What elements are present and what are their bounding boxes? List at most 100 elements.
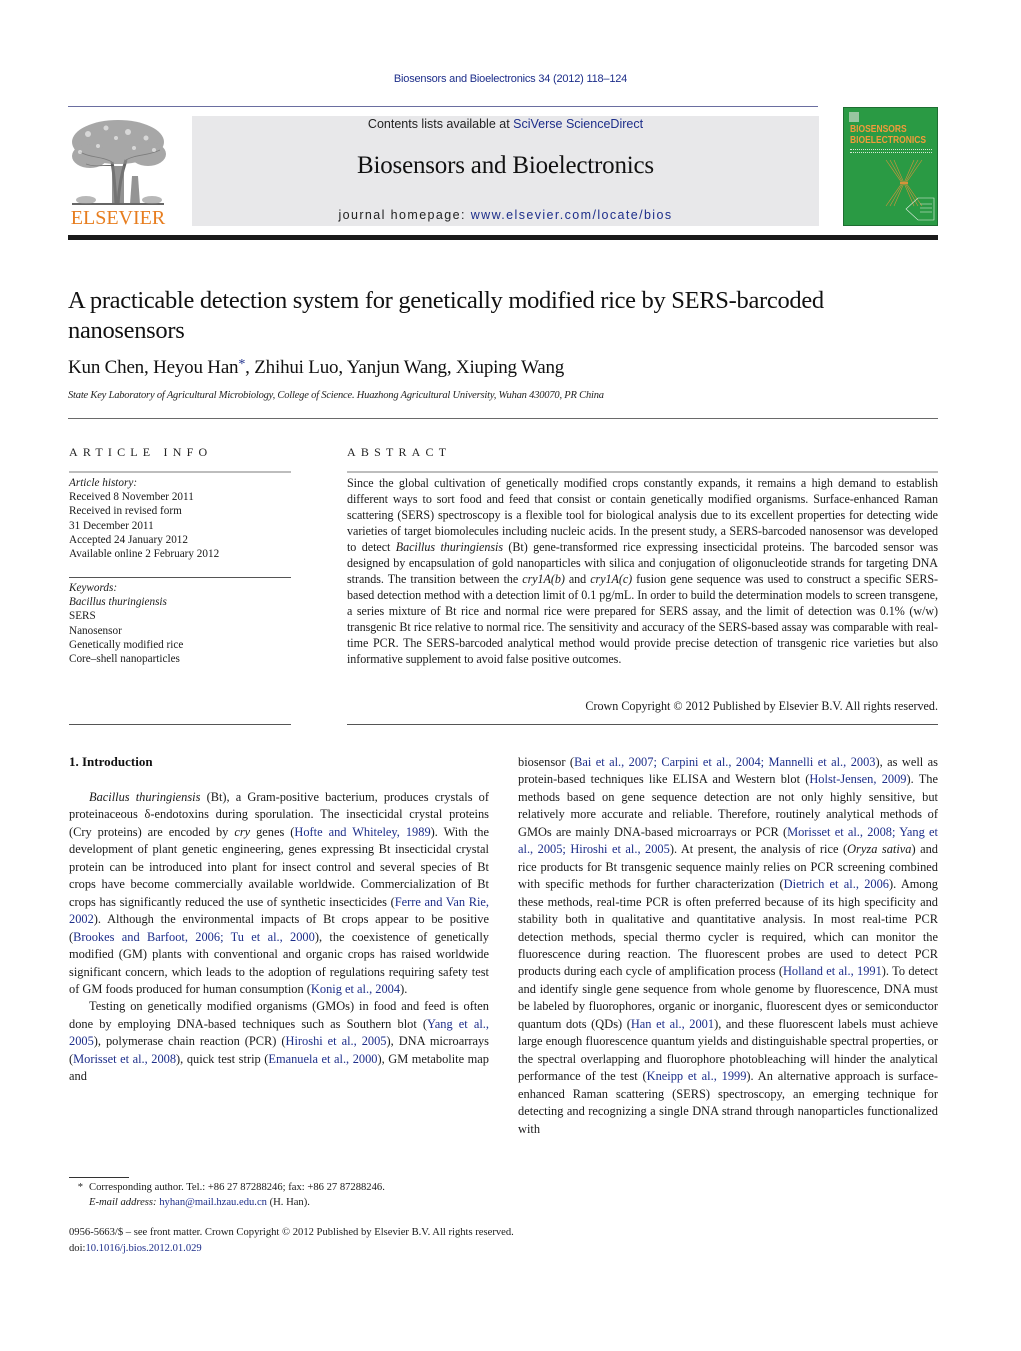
elsevier-wordmark: ELSEVIER xyxy=(70,207,166,229)
author-list: Kun Chen, Heyou Han*, Zhihui Luo, Yanjun… xyxy=(68,357,938,379)
front-matter: 0956-5663/$ – see front matter. Crown Co… xyxy=(69,1225,629,1256)
abstract-heading: ABSTRACT xyxy=(347,445,452,459)
footnote-line2: E-mail address: hyhan@mail.hzau.edu.cn (… xyxy=(69,1196,509,1211)
tree-icon xyxy=(72,120,166,205)
text-run: biosensor ( xyxy=(518,755,575,769)
italic-term: cry xyxy=(234,824,251,839)
citation-link[interactable]: Holst-Jensen, 2009 xyxy=(809,772,906,786)
journal-name: Biosensors and Bioelectronics xyxy=(357,152,654,179)
history-item: Accepted 24 January 2012 xyxy=(69,533,188,546)
cover-badge-icon xyxy=(905,197,935,221)
text-run: Testing on genetically modified organism… xyxy=(69,999,489,1031)
homepage-prefix: journal homepage: xyxy=(338,208,471,222)
author-separator: , xyxy=(143,357,154,378)
article-title: A practicable detection system for genet… xyxy=(68,287,824,344)
history-item: Available online 2 February 2012 xyxy=(69,548,220,561)
issn-line: 0956-5663/$ – see front matter. Crown Co… xyxy=(69,1227,514,1238)
footnote-line1: * Corresponding author. Tel.: +86 27 8728… xyxy=(69,1181,509,1196)
cover-title-line2: BIOELECTRONICS xyxy=(850,135,927,146)
doi-line: doi:10.1016/j.bios.2012.01.029 xyxy=(69,1241,629,1257)
article-info-rule xyxy=(69,471,291,473)
article-info-heading: ARTICLE INFO xyxy=(69,445,213,459)
history-item: Received in revised form xyxy=(69,505,182,518)
article-history-label: Article history: xyxy=(69,477,138,489)
citation-link[interactable]: Emanuela et al., 2000 xyxy=(268,1052,377,1066)
author-separator: , xyxy=(338,357,347,378)
italic-term: Oryza sativa xyxy=(847,842,912,857)
affiliation: State Key Laboratory of Agricultural Mic… xyxy=(68,390,604,401)
homepage-line: journal homepage: www.elsevier.com/locat… xyxy=(192,208,819,222)
history-item: 31 December 2011 xyxy=(69,519,154,532)
body-column-right: biosensor (Bai et al., 2007; Carpini et … xyxy=(518,754,938,1138)
citation-link[interactable]: Kneipp et al., 1999 xyxy=(647,1069,747,1083)
header-rule xyxy=(68,106,818,107)
cover-title-line1: BIOSENSORS xyxy=(850,124,907,135)
author-name: Xiuping Wang xyxy=(455,357,565,378)
cover-elsevier-icon xyxy=(849,112,859,122)
journal-citation-link[interactable]: Biosensors and Bioelectronics 34 (2012) … xyxy=(394,73,627,85)
keyword-item: Genetically modified rice xyxy=(69,638,184,651)
author-name: Zhihui Luo xyxy=(254,357,339,378)
text-run: ). At present, the analysis of rice ( xyxy=(669,842,848,857)
history-item: Received 8 November 2011 xyxy=(69,491,194,504)
author-name: Yanjun Wang xyxy=(346,357,447,378)
footnote: * Corresponding author. Tel.: +86 27 8728… xyxy=(69,1181,509,1210)
italic-term: cry1A(c) xyxy=(590,572,633,586)
title-rule xyxy=(68,418,938,419)
citation-link[interactable]: Morisset et al., 2008 xyxy=(73,1052,176,1066)
email-link[interactable]: hyhan@mail.hzau.edu.cn xyxy=(159,1197,267,1208)
keywords: Keywords: Bacillus thuringiensis SERS Nano… xyxy=(69,581,291,666)
citation-link[interactable]: Brookes and Barfoot, 2006; Tu et al., 20… xyxy=(73,930,315,944)
citation-link[interactable]: Dietrich et al., 2006 xyxy=(784,877,889,891)
keyword-item: Nanosensor xyxy=(69,624,122,637)
italic-term: cry1A(b) xyxy=(522,572,565,586)
author-separator: , xyxy=(245,357,255,378)
masthead-rule xyxy=(68,235,938,240)
citation-link[interactable]: Holland et al., 1991 xyxy=(783,964,882,978)
doi-link[interactable]: 10.1016/j.bios.2012.01.029 xyxy=(85,1243,201,1254)
running-head[interactable]: Biosensors and Bioelectronics 34 (2012) … xyxy=(0,73,1021,85)
text-run: fusion gene sequence was used to constru… xyxy=(347,572,938,666)
abstract-copyright: Crown Copyright © 2012 Published by Else… xyxy=(585,699,938,713)
email-suffix: (H. Han). xyxy=(266,1196,310,1208)
italic-term: Bacillus thuringiensis xyxy=(395,540,503,554)
text-run: ). xyxy=(400,981,408,996)
keyword-list: Bacillus thuringiensis SERS Nanosensor Gene… xyxy=(69,595,291,666)
author-name: Heyou Han xyxy=(153,357,239,378)
footnote-contact: Corresponding author. Tel.: +86 27 87288… xyxy=(89,1182,385,1193)
keywords-label: Keywords: xyxy=(69,582,118,594)
article-history: Article history: Received 8 November 201… xyxy=(69,476,291,561)
keyword-item: SERS xyxy=(69,610,96,623)
author-name: Kun Chen xyxy=(68,357,144,378)
section-heading-introduction: 1. Introduction xyxy=(69,754,153,769)
sciencedirect-link[interactable]: SciVerse ScienceDirect xyxy=(513,117,643,131)
abstract-rule xyxy=(347,471,938,473)
body-column-left: Bacillus thuringiensis (Bt), a Gram-posi… xyxy=(69,789,489,1086)
abstract-text: Since the global cultivation of genetica… xyxy=(347,475,938,667)
footnote-rule xyxy=(69,1177,129,1178)
citation-link[interactable]: Han et al., 2001 xyxy=(631,1017,714,1031)
body-paragraph: Testing on genetically modified organism… xyxy=(69,998,489,1085)
text-run: and xyxy=(564,572,591,586)
citation-link[interactable]: Bai et al., 2007; Carpini et al., 2004; … xyxy=(574,755,875,769)
text-run: ), quick test strip ( xyxy=(176,1051,269,1066)
cover-subtitle xyxy=(850,149,932,153)
keyword-item: Core–shell nanoparticles xyxy=(69,653,180,666)
citation-link[interactable]: Hiroshi et al., 2005 xyxy=(286,1034,387,1048)
article-info-bottom-rule xyxy=(69,724,291,725)
keyword-item: Bacillus thuringiensis xyxy=(69,596,167,609)
homepage-link[interactable]: www.elsevier.com/locate/bios xyxy=(471,208,673,222)
email-label: E-mail address: xyxy=(89,1196,157,1208)
body-paragraph: biosensor (Bai et al., 2007; Carpini et … xyxy=(518,754,938,1138)
text-run: genes ( xyxy=(250,824,295,839)
citation-link[interactable]: Konig et al., 2004 xyxy=(311,982,400,996)
text-run: ), polymerase chain reaction (PCR) ( xyxy=(93,1034,286,1049)
footnote-marker: * xyxy=(77,1182,83,1193)
abstract-bottom-rule xyxy=(347,724,938,725)
doi-prefix: doi: xyxy=(69,1242,86,1254)
author-separator: , xyxy=(446,357,456,378)
journal-cover-thumbnail[interactable]: BIOSENSORS BIOELECTRONICS xyxy=(843,107,938,226)
contents-line: Contents lists available at SciVerse Sci… xyxy=(192,117,819,131)
citation-link[interactable]: Hofte and Whiteley, 1989 xyxy=(294,825,430,839)
italic-term: Bacillus thuringiensis xyxy=(89,790,201,804)
